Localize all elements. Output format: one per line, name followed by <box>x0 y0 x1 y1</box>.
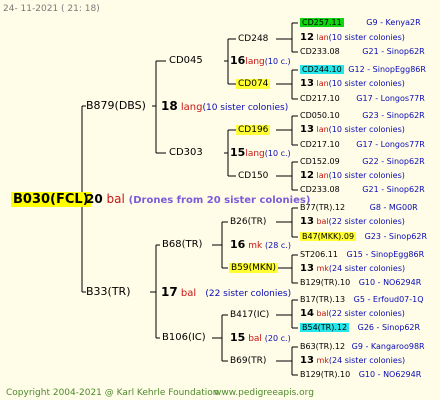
date-stamp: 24- 11-2021 ( 21: 18) <box>3 4 100 14</box>
gen5-sire-row[interactable]: CD217.10 G17 - Longos77R <box>300 93 425 105</box>
gen3-info: 15lang(10 c.) <box>230 146 291 160</box>
gen5-sire-row[interactable]: CD233.08 G21 - Sinop62R <box>300 46 425 58</box>
drones-label: (Drones from 20 sister colonies) <box>128 195 311 206</box>
gen5-queen-row[interactable]: ST206.11 G15 - SinopEgg86R <box>300 249 424 261</box>
root-count: 20 <box>86 192 103 206</box>
gen5-queen-row[interactable]: B77(TR).12 G8 - MG00R <box>300 202 418 214</box>
gen3-node[interactable]: CD045 <box>169 55 203 67</box>
gen5-queen-row[interactable]: B17(TR).13 G5 - Erfoud07-1Q <box>300 294 424 306</box>
gen5-colony-row: 13 mk(24 sister colonies) <box>300 263 406 274</box>
gen5-colony-row: 12 lan(10 sister colonies) <box>300 170 405 181</box>
gen5-sire-row[interactable]: B129(TR).10 G10 - NO6294R <box>300 369 421 381</box>
gen5-colony-row: 13 lan(10 sister colonies) <box>300 124 405 135</box>
root-colony-info: 20 bal (Drones from 20 sister colonies) <box>86 193 310 207</box>
footer-site-link[interactable]: www.pedigreeapis.org <box>214 387 314 399</box>
gen2-info: 17 bal (22 sister colonies) <box>161 285 292 299</box>
gen4-node[interactable]: B417(IC) <box>230 309 269 321</box>
gen2-info: 18 lang(10 sister colonies) <box>161 99 289 113</box>
gen4-node[interactable]: CD150 <box>238 170 268 182</box>
gen4-node[interactable]: B59(MKN) <box>229 262 279 274</box>
footer-copyright: Copyright 2004-2021 @ Karl Kehrle Founda… <box>6 388 219 398</box>
gen5-sire-row[interactable]: CD217.10 G17 - Longos77R <box>300 139 425 151</box>
gen5-colony-row: 13 mk(24 sister colonies) <box>300 355 406 366</box>
gen4-node[interactable]: CD196 <box>236 124 271 136</box>
gen2-node[interactable]: B33(TR) <box>86 286 131 298</box>
gen5-sire-row[interactable]: CD233.08 G21 - Sinop62R <box>300 184 425 196</box>
gen5-colony-row: 13 lan(10 sister colonies) <box>300 78 405 89</box>
gen5-sire-row[interactable]: B129(TR).10 G10 - NO6294R <box>300 277 421 289</box>
gen4-node[interactable]: B26(TR) <box>230 216 266 228</box>
gen5-sire-row[interactable]: B54(TR).12 G26 - Sinop62R <box>300 322 420 334</box>
gen5-queen-row[interactable]: CD257.11 G9 - Kenya2R <box>300 17 421 29</box>
gen4-node[interactable]: B69(TR) <box>230 355 266 367</box>
gen3-node[interactable]: CD303 <box>169 147 203 159</box>
root-queen[interactable]: B030(FCL) <box>11 192 91 207</box>
gen2-node[interactable]: B879(DBS) <box>86 100 146 112</box>
gen3-info: 15 bal (20 c.) <box>230 331 291 345</box>
gen5-colony-row: 14 bal(22 sister colonies) <box>300 308 405 319</box>
gen4-node[interactable]: CD248 <box>238 33 268 45</box>
gen5-queen-row[interactable]: CD244.10 G12 - SinopEgg86R <box>300 64 426 76</box>
pedigree-canvas: 24- 11-2021 ( 21: 18) B030(FCL) 20 bal (… <box>0 0 440 400</box>
gen3-info: 16lang(10 c.) <box>230 54 291 68</box>
gen5-sire-row[interactable]: B47(MKK).09 G23 - Sinop62R <box>300 231 427 243</box>
gen5-colony-row: 13 bal(22 sister colonies) <box>300 216 405 227</box>
root-label: B030(FCL) <box>11 192 91 207</box>
gen4-node[interactable]: CD074 <box>236 78 271 90</box>
root-bal: bal <box>106 192 125 206</box>
gen5-queen-row[interactable]: CD050.10 G23 - Sinop62R <box>300 110 425 122</box>
gen3-node[interactable]: B68(TR) <box>162 239 202 251</box>
gen5-colony-row: 12 lan(10 sister colonies) <box>300 32 405 43</box>
gen5-queen-row[interactable]: B63(TR).12 G9 - Kangaroo98R <box>300 341 425 353</box>
gen3-node[interactable]: B106(IC) <box>162 332 206 344</box>
gen3-info: 16 mk (28 c.) <box>230 238 291 252</box>
gen5-queen-row[interactable]: CD152.09 G22 - Sinop62R <box>300 156 425 168</box>
